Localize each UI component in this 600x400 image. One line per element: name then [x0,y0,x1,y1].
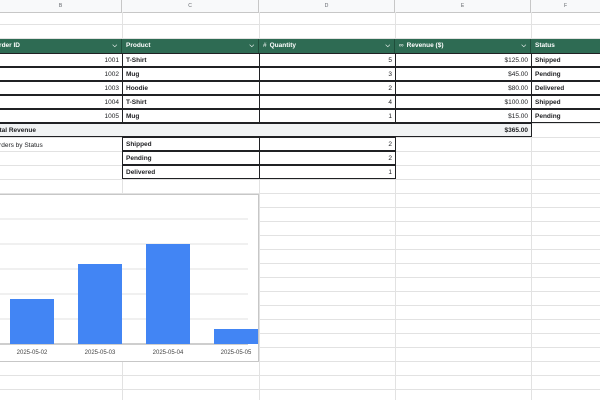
status-cell[interactable]: Pending [531,67,600,81]
header-order-id[interactable]: Order ID ⌵ [0,39,122,53]
summary-status-cell[interactable]: Pending [122,151,260,165]
quantity-cell[interactable]: 1 [259,109,396,123]
chart-x-tick-label: 2025-05-05 [221,350,252,356]
revenue-cell[interactable]: $125.00 [395,53,532,67]
product-cell[interactable]: T-Shirt [122,53,260,67]
chart-x-tick-label: 2025-05-03 [85,350,116,356]
product-cell[interactable]: T-Shirt [122,95,260,109]
column-header-f[interactable]: F [531,0,600,12]
column-header-e[interactable]: E [395,0,531,12]
total-label: Total Revenue [0,127,36,134]
header-quantity-label: Quantity [269,42,296,49]
header-revenue-label: Revenue ($) [406,42,444,49]
column-header-c[interactable]: C [122,0,259,12]
header-product[interactable]: Product ⌵ [122,39,259,53]
summary-status-cell[interactable]: Shipped [122,137,260,151]
order-id-cell[interactable]: 1005 [0,109,123,123]
quantity-cell[interactable]: 2 [259,81,396,95]
total-row[interactable]: Total Revenue $365.00 [0,123,532,137]
product-cell[interactable]: Hoodie [122,81,260,95]
header-product-label: Product [126,42,151,49]
column-header-d[interactable]: D [259,0,395,12]
filter-dropdown-icon[interactable]: ⌵ [521,39,526,53]
chart-bar[interactable] [10,299,54,344]
summary-count-cell[interactable]: 1 [259,165,396,179]
quantity-cell[interactable]: 5 [259,53,396,67]
header-revenue[interactable]: ∞ Revenue ($) ⌵ [395,39,531,53]
product-cell[interactable]: Mug [122,67,260,81]
revenue-cell[interactable]: $80.00 [395,81,532,95]
hash-icon: # [263,42,267,49]
chart-bar[interactable] [78,264,122,344]
status-cell[interactable]: Delivered [531,81,600,95]
quantity-cell[interactable]: 4 [259,95,396,109]
order-id-cell[interactable]: 1001 [0,53,123,67]
summary-count-cell[interactable]: 2 [259,137,396,151]
revenue-cell[interactable]: $45.00 [395,67,532,81]
chart-bar[interactable] [214,329,258,344]
summary-label[interactable]: Orders by Status [0,139,122,153]
product-cell[interactable]: Mug [122,109,260,123]
link-icon: ∞ [399,42,404,49]
order-id-cell[interactable]: 1004 [0,95,123,109]
summary-count-cell[interactable]: 2 [259,151,396,165]
order-id-cell[interactable]: 1002 [0,67,123,81]
quantity-cell[interactable]: 3 [259,67,396,81]
status-cell[interactable]: Shipped [531,95,600,109]
column-header-b[interactable]: B [0,0,122,12]
revenue-cell[interactable]: $100.00 [395,95,532,109]
filter-dropdown-icon[interactable]: ⌵ [112,39,117,53]
summary-status-cell[interactable]: Delivered [122,165,260,179]
total-value: $365.00 [504,127,529,134]
status-cell[interactable]: Pending [531,109,600,123]
revenue-cell[interactable]: $15.00 [395,109,532,123]
order-id-cell[interactable]: 1003 [0,81,123,95]
chart-x-tick-label: 2025-05-04 [153,350,184,356]
filter-dropdown-icon[interactable]: ⌵ [385,39,390,53]
header-order-id-label: Order ID [0,42,21,49]
revenue-chart[interactable]: 2025-05-012025-05-022025-05-032025-05-04… [0,194,259,362]
chart-svg: 2025-05-012025-05-022025-05-032025-05-04… [0,218,258,356]
header-quantity[interactable]: # Quantity ⌵ [259,39,395,53]
header-status-label: Status [535,42,555,49]
filter-dropdown-icon[interactable]: ⌵ [249,39,254,53]
chart-x-tick-label: 2025-05-02 [17,350,48,356]
status-cell[interactable]: Shipped [531,53,600,67]
chart-bar[interactable] [146,244,190,344]
header-status[interactable]: Status [531,39,600,53]
